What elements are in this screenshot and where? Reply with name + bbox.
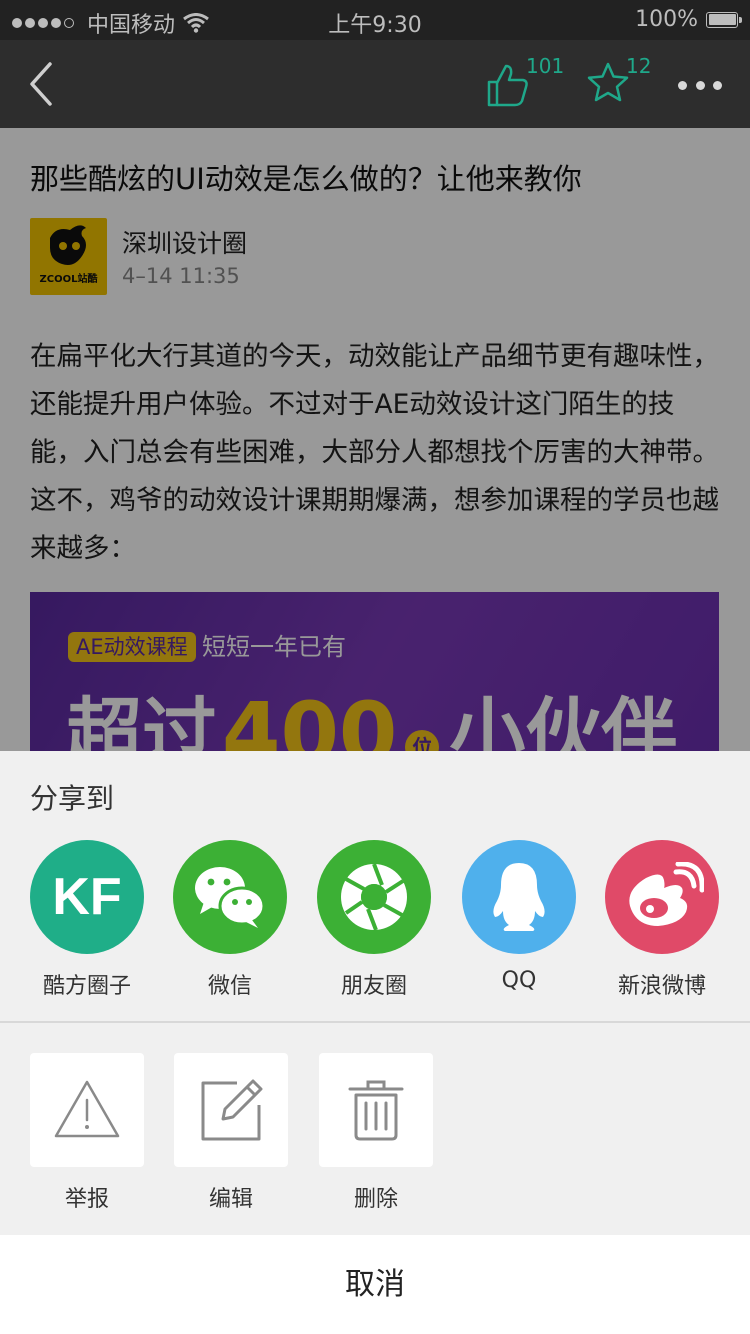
favorite-button[interactable]: 12 bbox=[586, 54, 656, 112]
back-button[interactable] bbox=[22, 60, 62, 108]
edit-icon bbox=[174, 1053, 288, 1167]
warning-icon bbox=[30, 1053, 144, 1167]
share-label-moments: 朋友圈 bbox=[340, 974, 407, 999]
edit-button[interactable]: 编辑 bbox=[174, 1053, 288, 1213]
trash-icon bbox=[319, 1053, 433, 1167]
share-label-qq: QQ bbox=[501, 968, 537, 993]
report-button[interactable]: 举报 bbox=[30, 1053, 144, 1213]
share-weibo-button[interactable]: 新浪微博 bbox=[589, 840, 735, 1000]
thumbs-up-icon bbox=[487, 64, 528, 107]
qq-icon bbox=[462, 840, 576, 954]
wechat-icon bbox=[173, 840, 287, 954]
status-bar: 中国移动 上午9:30 100% bbox=[0, 0, 750, 40]
moments-icon bbox=[317, 840, 431, 954]
delete-label: 删除 bbox=[353, 1187, 398, 1212]
share-qq-button[interactable]: QQ bbox=[446, 840, 592, 1000]
dim-overlay[interactable] bbox=[0, 128, 750, 751]
report-label: 举报 bbox=[64, 1187, 109, 1212]
more-dots-icon[interactable] bbox=[678, 70, 722, 100]
share-title: 分享到 bbox=[30, 782, 115, 815]
status-right: 100% bbox=[635, 7, 742, 32]
favorite-count: 12 bbox=[626, 54, 652, 78]
like-count: 101 bbox=[526, 54, 565, 78]
delete-button[interactable]: 删除 bbox=[319, 1053, 433, 1213]
back-arrow-icon bbox=[30, 62, 52, 106]
cancel-button[interactable]: 取消 bbox=[0, 1235, 750, 1334]
share-kf-button[interactable]: KF 酷方圈子 bbox=[14, 840, 160, 1000]
share-label-wechat: 微信 bbox=[207, 974, 252, 999]
share-wechat-button[interactable]: 微信 bbox=[157, 840, 303, 1000]
battery-percent: 100% bbox=[635, 7, 698, 32]
sheet-divider bbox=[0, 1021, 750, 1023]
share-moments-button[interactable]: 朋友圈 bbox=[301, 840, 447, 1000]
share-label-kf: 酷方圈子 bbox=[42, 974, 131, 999]
share-sheet: 分享到 KF 酷方圈子 微信 朋友圈 QQ 新浪微博 举报 编辑 删除 取消 bbox=[0, 751, 750, 1334]
like-button[interactable]: 101 bbox=[486, 54, 566, 112]
kf-icon: KF bbox=[30, 840, 144, 954]
share-label-weibo: 新浪微博 bbox=[617, 974, 706, 999]
edit-label: 编辑 bbox=[208, 1187, 253, 1212]
weibo-icon bbox=[605, 840, 719, 954]
star-icon bbox=[587, 62, 629, 102]
kf-icon-text: KF bbox=[52, 868, 122, 926]
nav-bar: 101 12 bbox=[0, 40, 750, 128]
battery-icon bbox=[706, 11, 742, 28]
